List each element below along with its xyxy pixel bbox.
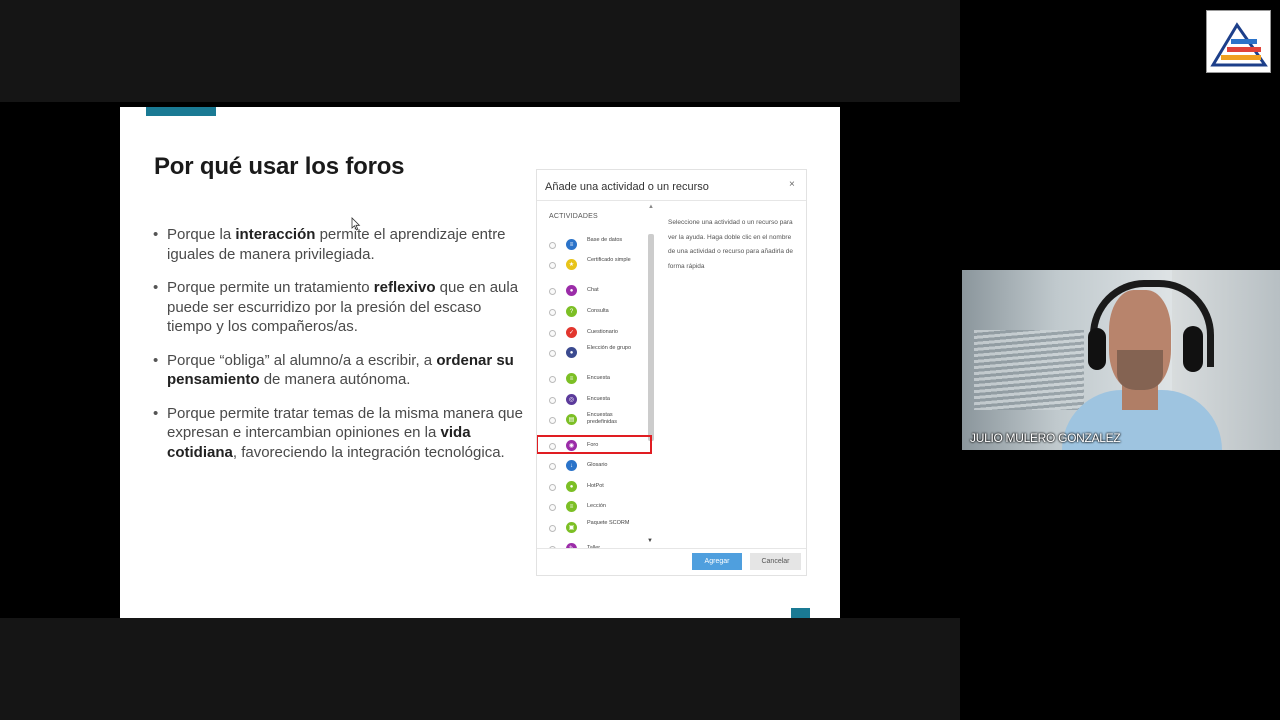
dialog-title: Añade una actividad o un recurso bbox=[545, 181, 709, 193]
activity-label: Lección bbox=[587, 503, 606, 509]
add-button[interactable]: Agregar bbox=[692, 553, 742, 570]
presentation-area: Por qué usar los foros Porque la interac… bbox=[0, 0, 960, 720]
activity-label: Encuesta bbox=[587, 396, 610, 402]
hotpot-icon: ● bbox=[566, 481, 577, 492]
slide: Por qué usar los foros Porque la interac… bbox=[120, 107, 840, 618]
activity-radio[interactable] bbox=[549, 397, 556, 404]
activity-item[interactable]: ● HotPot bbox=[537, 480, 649, 500]
activity-radio[interactable] bbox=[549, 350, 556, 357]
activity-item[interactable]: ▣ Paquete SCORM bbox=[537, 520, 649, 541]
quiz-icon: ✓ bbox=[566, 327, 577, 338]
activity-radio[interactable] bbox=[549, 242, 556, 249]
slide-accent-bar bbox=[146, 107, 216, 116]
divider bbox=[537, 548, 806, 549]
lesson-icon: ≡ bbox=[566, 501, 577, 512]
activity-list[interactable]: ACTIVIDADES ▲ ▼ ≡ Base de datos ★ Certifica… bbox=[537, 201, 655, 548]
database-icon: ≡ bbox=[566, 239, 577, 250]
activity-radio[interactable] bbox=[549, 309, 556, 316]
activity-label: Consulta bbox=[587, 308, 609, 314]
activity-item[interactable]: ★ Certificado simple bbox=[537, 257, 649, 278]
university-logo bbox=[1206, 10, 1271, 73]
bullet-bold-text: reflexivo bbox=[373, 279, 436, 296]
chat-icon: ● bbox=[566, 285, 577, 296]
cancel-button[interactable]: Cancelar bbox=[750, 553, 801, 570]
selection-highlight bbox=[537, 435, 652, 454]
activity-item[interactable]: ≡ Encuesta bbox=[537, 372, 649, 392]
activity-radio[interactable] bbox=[549, 330, 556, 337]
activity-radio[interactable] bbox=[549, 504, 556, 511]
slide-accent-corner bbox=[791, 608, 810, 618]
top-letterbox bbox=[0, 0, 960, 102]
bullet-point: Porque permite tratar temas de la misma … bbox=[153, 404, 523, 463]
activity-item[interactable]: ↓ Glosario bbox=[537, 459, 649, 479]
activity-label: Base de datos bbox=[587, 237, 623, 243]
activity-radio[interactable] bbox=[549, 288, 556, 295]
bullet-list: Porque la interacción permite el aprendi… bbox=[153, 225, 523, 476]
activity-radio[interactable] bbox=[549, 376, 556, 383]
activity-item[interactable]: ▤ Encuestas predefinidas bbox=[537, 412, 649, 433]
activity-label: HotPot bbox=[587, 483, 604, 489]
bullet-text: Porque permite un tratamiento bbox=[167, 279, 374, 296]
activity-radio[interactable] bbox=[549, 417, 556, 424]
webcam-feed: JULIO MULERO GONZALEZ bbox=[962, 270, 1280, 450]
bullet-point: Porque la interacción permite el aprendi… bbox=[153, 225, 523, 264]
choice-icon: ? bbox=[566, 306, 577, 317]
activity-item[interactable]: ? Consulta bbox=[537, 305, 649, 325]
predefined-survey-icon: ▤ bbox=[566, 414, 577, 425]
activity-radio[interactable] bbox=[549, 463, 556, 470]
activity-item[interactable]: ≡ Base de datos bbox=[537, 237, 649, 258]
group-choice-icon: ● bbox=[566, 347, 577, 358]
bullet-text: , favoreciendo la integración tecnológic… bbox=[232, 443, 505, 461]
bottom-letterbox bbox=[0, 618, 960, 720]
slide-title: Por qué usar los foros bbox=[154, 153, 405, 180]
bullet-bold-text: interacción bbox=[235, 226, 316, 243]
scorm-icon: ▣ bbox=[566, 522, 577, 533]
activity-label: Encuestas predefinidas bbox=[587, 412, 617, 425]
activity-item[interactable]: ≡ Lección bbox=[537, 500, 649, 520]
activity-label: Elección de grupo bbox=[587, 345, 632, 351]
bullet-text: de manera autónoma. bbox=[259, 371, 411, 388]
activity-radio[interactable] bbox=[549, 484, 556, 491]
activity-radio[interactable] bbox=[549, 525, 556, 532]
survey-icon: ◎ bbox=[566, 394, 577, 405]
activity-label: Certificado simple bbox=[587, 257, 631, 263]
activity-label: Paquete SCORM bbox=[587, 520, 630, 526]
activity-label: Encuesta bbox=[587, 375, 610, 381]
activity-label: Chat bbox=[587, 287, 599, 293]
add-activity-dialog: Añade una actividad o un recurso × ACTIV… bbox=[537, 170, 806, 575]
glossary-icon: ↓ bbox=[566, 460, 577, 471]
certificate-icon: ★ bbox=[566, 259, 577, 270]
activities-section-label: ACTIVIDADES bbox=[549, 213, 598, 220]
help-text: Seleccione una actividad o un recurso pa… bbox=[668, 219, 794, 271]
close-icon[interactable]: × bbox=[789, 179, 795, 190]
logo-icon bbox=[1210, 22, 1268, 67]
bullet-point: Porque “obliga” al alumno/a a escribir, … bbox=[153, 351, 523, 390]
activity-item[interactable]: ● Elección de grupo bbox=[537, 345, 649, 366]
activity-item[interactable]: ● Chat bbox=[537, 284, 649, 304]
activity-item[interactable]: ✓ Cuestionario bbox=[537, 326, 649, 346]
activity-item[interactable]: ◎ Encuesta bbox=[537, 393, 649, 413]
bullet-text: Porque la bbox=[167, 226, 236, 243]
activity-radio[interactable] bbox=[549, 262, 556, 269]
scroll-up-icon[interactable]: ▲ bbox=[648, 204, 654, 210]
bullet-point: Porque permite un tratamiento reflexivo … bbox=[153, 278, 523, 337]
bullet-text: Porque “obliga” al alumno/a a escribir, … bbox=[167, 351, 437, 369]
activity-label: Glosario bbox=[587, 462, 608, 468]
participant-name: JULIO MULERO GONZALEZ bbox=[970, 431, 1121, 445]
mouse-cursor-icon bbox=[351, 217, 361, 231]
feedback-icon: ≡ bbox=[566, 373, 577, 384]
activity-label: Cuestionario bbox=[587, 329, 618, 335]
